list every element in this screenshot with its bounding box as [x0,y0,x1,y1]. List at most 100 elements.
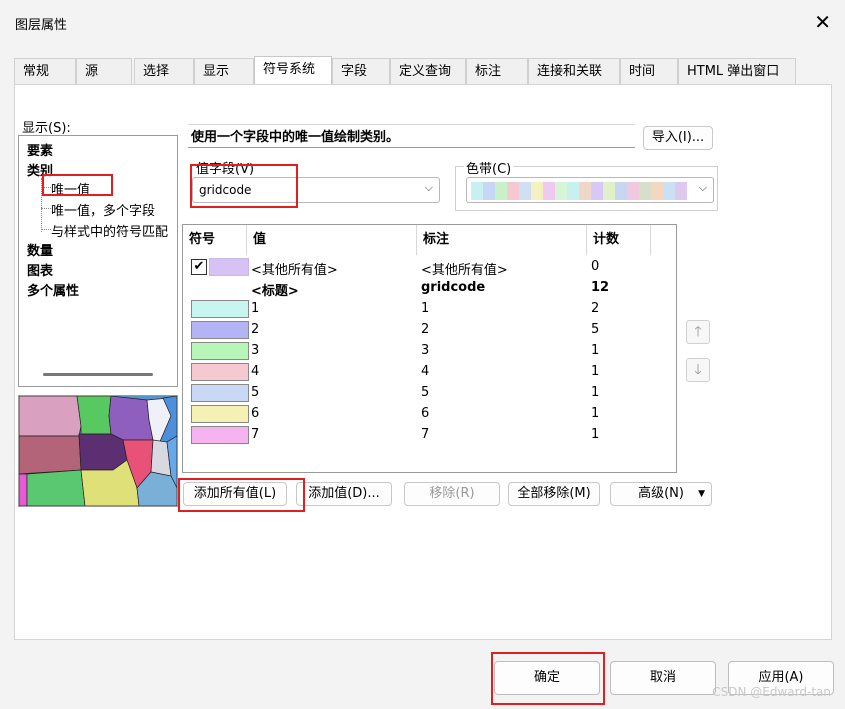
close-icon[interactable]: ✕ [814,10,831,34]
cell-count: 1 [591,406,600,421]
checkbox[interactable]: ✔ [191,259,207,275]
tree-item-features[interactable]: 要素 [27,140,53,159]
column-header-count[interactable]: 计数 [587,225,651,255]
cell-label: gridcode [421,280,486,295]
tab-fields[interactable]: 字段 [332,58,390,84]
column-header-symbol[interactable]: 符号 [183,225,247,255]
symbol-swatch[interactable] [191,300,249,318]
column-header-label[interactable]: 标注 [417,225,587,255]
tree-item-unique-values[interactable]: 唯一值 [51,179,90,198]
unique-values-table[interactable]: 符号 值 标注 计数 ✔ <其他所有值> <其他所有值> 0 <标题> gridcode 1… [182,224,677,473]
cell-label: 2 [421,322,430,337]
show-tree[interactable]: 要素 类别 唯一值 唯一值，多个字段 与样式中的符号匹配 数量 图表 多个属性 [18,135,178,387]
tab-time[interactable]: 时间 [620,58,678,84]
ramp-swatch [483,182,495,200]
ramp-swatch [663,182,675,200]
cell-value: 7 [251,427,260,442]
remove-button[interactable]: 移除(R) [404,482,500,506]
tab-joins-relates[interactable]: 连接和关联 [528,58,620,84]
ok-button[interactable]: 确定 [494,661,600,695]
tree-connector [41,187,51,188]
ramp-swatch [627,182,639,200]
symbol-swatch[interactable] [191,321,249,339]
cell-value: <其他所有值> [251,263,338,278]
import-button[interactable]: 导入(I)... [643,126,713,150]
cell-count: 5 [591,322,600,337]
table-row[interactable]: 4 4 1 [183,362,676,383]
value-field-value: gridcode [199,183,252,197]
color-ramp-select[interactable]: ⌵ [466,177,714,203]
cell-label: 7 [421,427,430,442]
ramp-swatch [651,182,663,200]
ramp-swatch [531,182,543,200]
tab-source[interactable]: 源 [76,58,132,84]
advanced-button-label: 高级(N) [638,486,684,501]
cell-label: <其他所有值> [421,263,508,278]
ramp-swatch [555,182,567,200]
cancel-button[interactable]: 取消 [610,661,716,695]
tab-definition-query[interactable]: 定义查询 [390,58,466,84]
tab-html-popup[interactable]: HTML 弹出窗口 [678,58,796,84]
table-row[interactable]: <标题> gridcode 12 [183,278,676,299]
symbol-swatch[interactable] [191,426,249,444]
tree-connector [41,208,51,209]
ramp-swatch [615,182,627,200]
column-header-value[interactable]: 值 [247,225,417,255]
symbol-swatch[interactable] [191,384,249,402]
table-row[interactable]: 7 7 1 [183,425,676,446]
cell-label: 6 [421,406,430,421]
ramp-swatch [507,182,519,200]
move-up-icon[interactable]: 🡑 [686,320,710,344]
watermark-text: CSDN @Edward-tan [712,685,831,699]
ramp-swatch [543,182,555,200]
cell-label: 3 [421,343,430,358]
tree-item-categories[interactable]: 类别 [27,160,53,179]
advanced-button[interactable]: 高级(N) ▼ [610,482,712,506]
cell-count: 12 [591,280,610,295]
ramp-swatch [495,182,507,200]
tree-connector [41,229,51,230]
chevron-down-icon: ⌵ [424,181,433,194]
table-row[interactable]: 1 1 2 [183,299,676,320]
add-values-button[interactable]: 添加值(D)... [296,482,392,506]
chevron-down-icon: ⌵ [698,181,707,194]
tab-symbology[interactable]: 符号系统 [254,56,332,84]
cell-count: 0 [591,259,600,274]
symbol-swatch[interactable] [209,258,249,276]
tree-item-unique-values-many-fields[interactable]: 唯一值，多个字段 [51,200,155,219]
remove-all-button[interactable]: 全部移除(M) [508,482,600,506]
cell-value: 2 [251,322,260,337]
ramp-swatch [519,182,531,200]
symbol-swatch[interactable] [191,405,249,423]
table-row[interactable]: ✔ <其他所有值> <其他所有值> 0 [183,257,676,278]
table-row[interactable]: 6 6 1 [183,404,676,425]
table-row[interactable]: 2 2 5 [183,320,676,341]
cell-count: 1 [591,385,600,400]
cell-count: 2 [591,301,600,316]
tab-general[interactable]: 常规 [14,58,76,84]
tab-labels[interactable]: 标注 [466,58,528,84]
cell-label: 5 [421,385,430,400]
table-row[interactable]: 3 3 1 [183,341,676,362]
tab-display[interactable]: 显示 [194,58,254,84]
table-row[interactable]: 5 5 1 [183,383,676,404]
tree-item-match-to-symbols[interactable]: 与样式中的符号匹配 [51,221,168,240]
value-field-select[interactable]: gridcode ⌵ [192,177,440,203]
ramp-swatch [567,182,579,200]
symbol-swatch[interactable] [191,363,249,381]
add-all-values-button[interactable]: 添加所有值(L) [183,482,287,506]
ramp-swatch [675,182,687,200]
tree-item-charts[interactable]: 图表 [27,260,53,279]
tree-item-quantities[interactable]: 数量 [27,240,53,259]
cell-value: 6 [251,406,260,421]
color-ramp-swatches [471,182,687,200]
map-preview [19,396,177,506]
tab-selection[interactable]: 选择 [134,58,194,84]
symbol-swatch[interactable] [191,342,249,360]
value-field-label: 值字段(V) [194,158,257,177]
horizontal-scrollbar[interactable] [43,373,153,376]
move-down-icon[interactable]: 🡓 [686,358,710,382]
cell-value: 1 [251,301,260,316]
cell-value: 5 [251,385,260,400]
tree-item-multiple-attributes[interactable]: 多个属性 [27,280,79,299]
